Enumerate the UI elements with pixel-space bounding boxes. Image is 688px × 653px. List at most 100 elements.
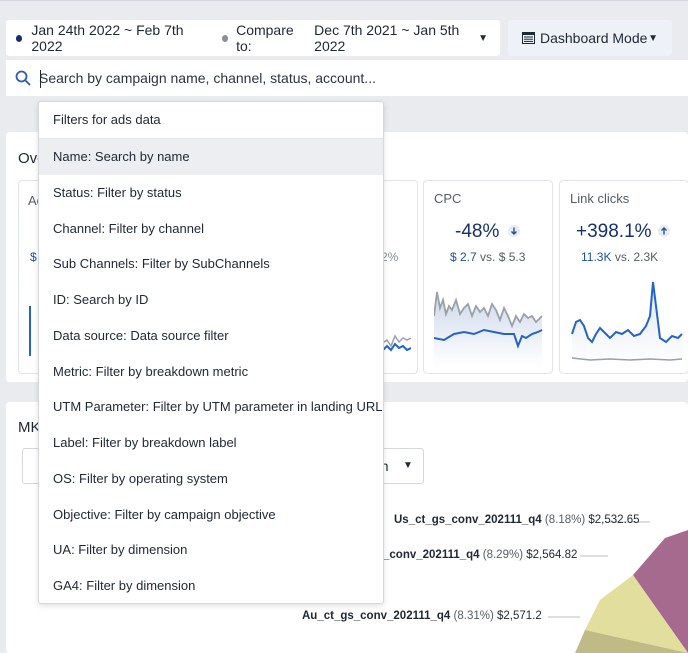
filter-option-field: Channel <box>53 220 102 236</box>
kpi-current-value: 11.3K <box>581 250 612 264</box>
pie-label-pct: (8.29%) <box>482 549 524 561</box>
filter-option-field: ID <box>53 292 66 307</box>
top-divider <box>0 0 688 1</box>
chevron-down-icon: ▼ <box>478 32 489 44</box>
filter-option-description: Filter by SubChannels <box>141 256 270 272</box>
filter-option-description: Filter by dimension <box>78 542 188 558</box>
kpi-sparkline-left <box>29 306 31 356</box>
filter-dropdown-header: Filters for ads data <box>39 102 383 139</box>
dashboard-mode-label: Dashboard Mode <box>540 30 648 46</box>
date-range-picker[interactable]: Jan 24th 2022 ~ Feb 7th 2022 Compare to:… <box>6 20 500 56</box>
filter-option-separator: : <box>89 184 98 200</box>
kpi-sparkline <box>381 334 411 353</box>
kpi-card-cpc[interactable]: CPC -48% $ 2.7 vs. $ 5.3 <box>423 180 553 374</box>
pie-label-pct: (8.18%) <box>544 514 586 526</box>
filter-option-description: Search by ID <box>73 292 149 307</box>
kpi-change: -48% <box>455 221 500 242</box>
text-cursor <box>40 70 41 88</box>
filter-option-separator: : <box>134 256 142 272</box>
pie-label: _conv_202111_q4 (8.29%) $2,564.82 <box>383 549 577 561</box>
pie-label-pct: (8.31%) <box>453 610 494 622</box>
filter-option-description: Filter by status <box>97 184 182 200</box>
search-bar <box>6 60 688 96</box>
filter-option-label[interactable]: Label: Filter by breakdown label <box>39 425 383 461</box>
pie-label-value: $2,532.65 <box>588 514 640 526</box>
filter-option-name[interactable]: Name: Search by name <box>39 139 383 175</box>
filter-option-field: Name <box>53 149 88 164</box>
filter-option-description: Filter by operating system <box>79 470 228 486</box>
filter-option-description: Filter by breakdown label <box>92 435 237 450</box>
filter-option-separator: : <box>84 435 93 450</box>
kpi-current-value: $ <box>30 250 37 264</box>
filter-option-ua[interactable]: UA: Filter by dimension <box>39 532 383 568</box>
filter-option-separator: : <box>87 149 95 164</box>
pie-label-name: _conv_202111_q4 <box>383 549 480 561</box>
pie-label-value: $2,571.2 <box>497 610 542 622</box>
filter-option-utm-parameter[interactable]: UTM Parameter: Filter by UTM parameter i… <box>39 389 383 425</box>
filter-option-sub-channels[interactable]: Sub Channels: Filter by SubChannels <box>39 246 383 282</box>
search-icon <box>15 70 31 86</box>
filter-option-field: Status <box>53 184 90 200</box>
filter-option-description: Filter by dimension <box>86 578 196 593</box>
filter-option-channel[interactable]: Channel: Filter by channel <box>39 211 383 247</box>
filter-option-metric[interactable]: Metric: Filter by breakdown metric <box>39 354 383 390</box>
filter-option-data-source[interactable]: Data source: Data source filter <box>39 318 383 354</box>
filter-option-field: OS <box>53 470 72 486</box>
filter-option-status[interactable]: Status: Filter by status <box>39 175 383 211</box>
filter-option-separator: : <box>101 220 109 236</box>
primary-range-dot-icon <box>16 34 23 42</box>
filter-option-objective[interactable]: Objective: Filter by campaign objective <box>39 497 383 533</box>
filter-option-description: Search by name <box>94 149 190 164</box>
filter-option-field: Objective <box>53 506 108 522</box>
chevron-down-icon: ▼ <box>648 32 658 44</box>
compare-date-range: Dec 7th 2021 ~ Jan 5th 2022 <box>314 22 460 54</box>
filter-option-separator: : <box>71 470 80 486</box>
arrow-down-icon <box>508 225 520 237</box>
filter-option-field: Metric <box>53 363 89 379</box>
filter-option-separator: : <box>88 363 96 379</box>
filter-option-field: GA4 <box>53 578 80 593</box>
kpi-title: CPC <box>434 191 462 206</box>
kpi-compare: 11.3K vs. 2.3K <box>581 250 658 264</box>
compare-range-dot-icon <box>221 34 229 42</box>
kpi-change: +398.1% <box>576 221 652 242</box>
filter-option-id[interactable]: ID: Search by ID <box>39 282 383 318</box>
kpi-previous-value: $ 5.3 <box>498 250 526 264</box>
filter-option-field: Label <box>53 435 85 450</box>
search-input[interactable] <box>39 70 639 86</box>
table-icon <box>522 32 535 44</box>
filter-option-description: Filter by channel <box>108 220 205 236</box>
filter-option-field: UTM Parameter <box>53 399 146 415</box>
pie-label: Us_ct_gs_conv_202111_q4 (8.18%) $2,532.6… <box>394 514 640 526</box>
cpc-sparkline <box>434 291 543 366</box>
primary-date-range: Jan 24th 2022 ~ Feb 7th 2022 <box>31 22 184 54</box>
filter-option-ga4[interactable]: GA4: Filter by dimension <box>39 568 383 604</box>
kpi-vs: vs. <box>480 250 496 264</box>
kpi-card-link-clicks[interactable]: Link clicks +398.1% 11.3K vs. 2.3K <box>559 180 688 374</box>
kpi-title: Link clicks <box>570 191 630 206</box>
filter-dropdown: Filters for ads data Name: Search by nam… <box>38 101 384 604</box>
dashboard-mode-button[interactable]: Dashboard Mode ▼ <box>508 20 672 56</box>
filter-option-description: Filter by campaign objective <box>114 506 276 522</box>
kpi-current-value: $ 2.7 <box>450 250 477 264</box>
filter-option-field: Data source <box>53 327 124 343</box>
filter-option-field: UA <box>53 542 72 558</box>
filter-option-description: Filter by breakdown metric <box>95 363 249 379</box>
pie-label-name: Us_ct_gs_conv_202111_q4 <box>394 514 542 526</box>
kpi-vs: vs. <box>614 250 631 264</box>
kpi-compare: $ 2.7 vs. $ 5.3 <box>450 250 525 264</box>
arrow-up-icon <box>658 225 670 237</box>
filter-option-field: Sub Channels <box>53 256 135 272</box>
filter-option-description: Data source filter <box>130 327 229 343</box>
compare-label: Compare to: <box>236 22 294 54</box>
filter-option-description: Filter by UTM parameter in landing URL <box>152 399 383 415</box>
filter-dropdown-list: Name: Search by name Status: Filter by st… <box>39 139 383 604</box>
filter-option-separator: : <box>145 399 153 415</box>
pie-label-name: Au_ct_gs_conv_202111_q4 <box>302 610 451 622</box>
link-clicks-sparkline <box>571 281 683 366</box>
pie-label-value: $2,564.82 <box>526 549 578 561</box>
filter-option-os[interactable]: OS: Filter by operating system <box>39 461 383 497</box>
kpi-previous-value: 2.3K <box>633 250 659 264</box>
chevron-down-icon: ▼ <box>403 460 413 471</box>
pie-label: Au_ct_gs_conv_202111_q4 (8.31%) $2,571.2 <box>302 610 542 622</box>
